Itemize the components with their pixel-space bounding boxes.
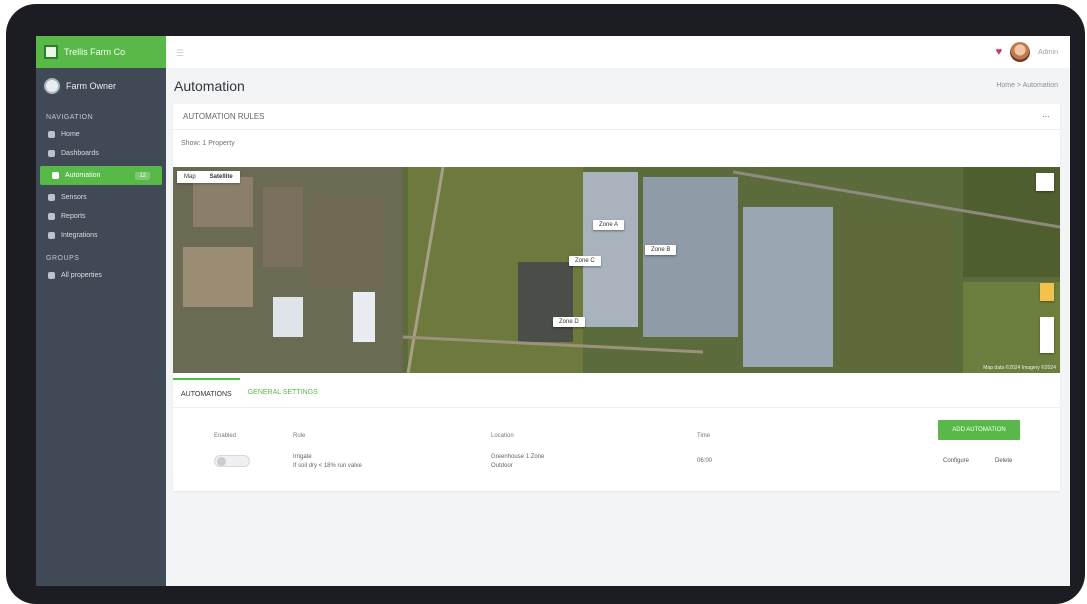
sidebar-item-reports[interactable]: Reports — [36, 207, 166, 226]
zoom-control[interactable] — [1040, 317, 1054, 353]
street-view-icon[interactable] — [1040, 283, 1054, 301]
page-title: Automation — [174, 78, 245, 94]
automation-card: AUTOMATION RULES ⋯ Show: 1 Property Map … — [173, 104, 1060, 491]
rule-title: Irrigate — [293, 454, 312, 460]
sensor-icon — [48, 194, 55, 201]
brand-logo-icon — [44, 45, 58, 59]
property-filter[interactable]: Show: 1 Property — [181, 140, 235, 147]
grid-icon — [48, 272, 55, 279]
notification-icon[interactable]: ♥ — [996, 46, 1003, 58]
add-automation-button[interactable]: ADD AUTOMATION — [938, 420, 1020, 440]
sidebar-profile[interactable]: Farm Owner — [36, 68, 166, 104]
rule-time: 06:00 — [697, 458, 713, 464]
count-badge: 12 — [135, 171, 150, 180]
sidebar: Trellis Farm Co Farm Owner NAVIGATION Ho… — [36, 36, 166, 586]
map-pin[interactable]: Zone C — [569, 256, 601, 266]
app-screen: Trellis Farm Co Farm Owner NAVIGATION Ho… — [36, 36, 1070, 586]
brand[interactable]: Trellis Farm Co — [36, 36, 166, 68]
fullscreen-icon[interactable] — [1036, 173, 1054, 191]
col-header-rule: Rule — [293, 433, 306, 439]
card-header: AUTOMATION RULES ⋯ — [173, 104, 1060, 130]
page-header: Automation Home > Automation — [166, 68, 1070, 102]
report-icon — [48, 213, 55, 220]
automation-icon — [52, 172, 59, 179]
enabled-toggle[interactable] — [214, 455, 250, 467]
topbar: ☰ ♥ Admin — [166, 36, 1070, 68]
col-header-location: Location — [491, 433, 514, 439]
sidebar-item-integrations[interactable]: Integrations — [36, 226, 166, 245]
sidebar-item-dashboards[interactable]: Dashboards — [36, 144, 166, 163]
nav-section-title: NAVIGATION — [46, 114, 94, 121]
map-pin[interactable]: Zone B — [645, 245, 677, 255]
map-attribution: Map data ©2024 Imagery ©2024 — [983, 365, 1056, 371]
menu-icon[interactable]: ☰ — [176, 48, 184, 59]
sidebar-item-automation[interactable]: Automation 12 — [40, 166, 162, 185]
breadcrumb[interactable]: Home > Automation — [996, 82, 1058, 89]
tab-bar: AUTOMATIONS GENERAL SETTINGS — [173, 378, 1060, 408]
col-header-enabled: Enabled — [214, 433, 237, 439]
map-imagery — [173, 167, 1060, 373]
dashboard-icon — [48, 150, 55, 157]
card-title: AUTOMATION RULES — [183, 112, 265, 121]
col-header-time: Time — [697, 433, 711, 439]
tab-general-settings[interactable]: GENERAL SETTINGS — [240, 378, 326, 407]
map-type-map[interactable]: Map — [177, 171, 203, 183]
tab-automations[interactable]: AUTOMATIONS — [173, 378, 240, 407]
satellite-map[interactable]: Map Satellite Zone A Zone B Zone C Zone … — [173, 167, 1060, 373]
rule-subtitle: If soil dry < 18% run valve — [293, 463, 362, 469]
rule-location: Greenhouse 1 Zone — [491, 454, 545, 460]
nav-section-title: GROUPS — [46, 255, 80, 262]
topbar-user[interactable]: Admin — [1038, 49, 1058, 56]
sidebar-item-properties[interactable]: All properties — [36, 266, 166, 285]
sidebar-item-home[interactable]: Home — [36, 125, 166, 144]
brand-name: Trellis Farm Co — [64, 47, 126, 57]
rule-location-sub: Outdoor — [491, 463, 513, 469]
profile-name: Farm Owner — [66, 81, 117, 91]
map-pin[interactable]: Zone A — [593, 220, 625, 230]
map-pin[interactable]: Zone D — [553, 317, 585, 327]
plug-icon — [48, 232, 55, 239]
map-type-toggle[interactable]: Map Satellite — [177, 171, 240, 183]
sidebar-item-sensors[interactable]: Sensors — [36, 188, 166, 207]
home-icon — [48, 131, 55, 138]
delete-link[interactable]: Delete — [995, 458, 1012, 464]
user-avatar[interactable] — [1010, 42, 1031, 62]
card-menu-icon[interactable]: ⋯ — [1042, 112, 1050, 121]
avatar — [44, 78, 60, 94]
configure-link[interactable]: Configure — [943, 458, 969, 464]
map-type-satellite[interactable]: Satellite — [203, 171, 240, 183]
